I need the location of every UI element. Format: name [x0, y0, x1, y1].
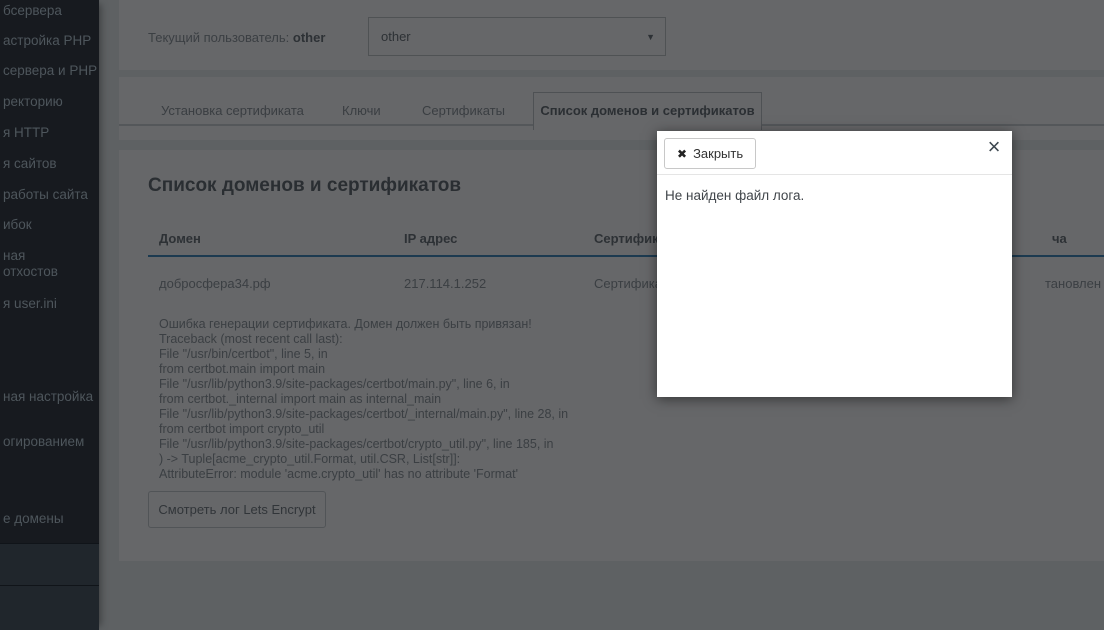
modal-corner-close-icon[interactable]: ×	[985, 135, 1003, 159]
log-modal: ✖ Закрыть × Не найден файл лога.	[657, 131, 1012, 397]
modal-header: ✖ Закрыть ×	[657, 131, 1012, 175]
modal-close-button[interactable]: ✖ Закрыть	[664, 138, 756, 169]
modal-close-button-label: Закрыть	[693, 146, 743, 161]
modal-message: Не найден файл лога.	[665, 188, 804, 203]
close-x-icon: ✖	[677, 147, 687, 161]
modal-body: Не найден файл лога.	[657, 175, 1012, 203]
